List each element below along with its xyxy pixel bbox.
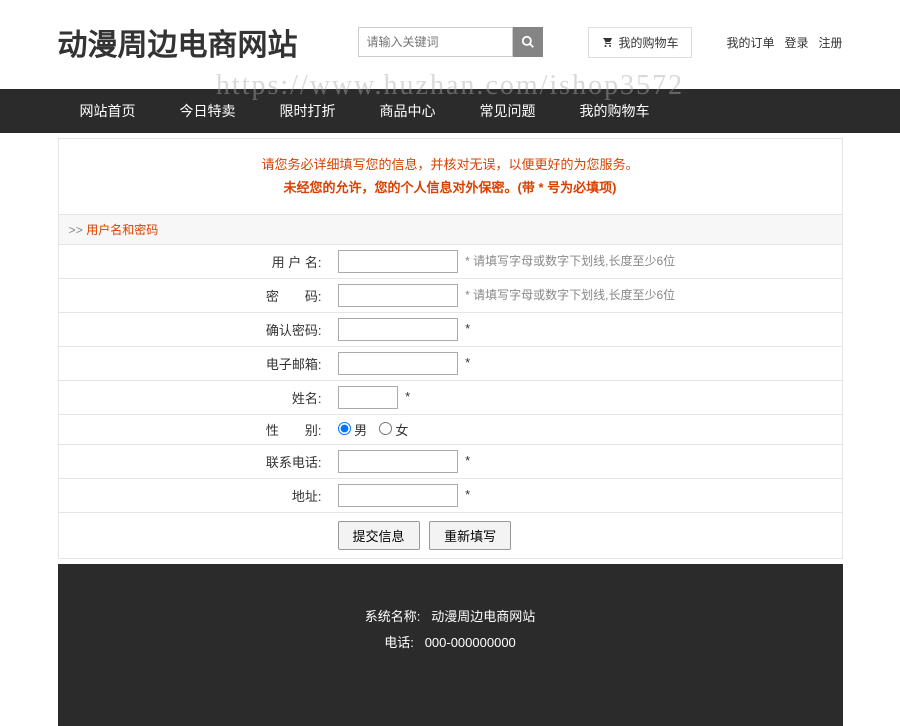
row-address: 地址: *: [59, 478, 842, 512]
realname-input[interactable]: [338, 386, 398, 409]
star-email: *: [465, 355, 470, 370]
cart-label: 我的购物车: [619, 34, 679, 51]
notice-line1: 请您务必详细填写您的信息，并核对无误，以便更好的为您服务。: [261, 157, 638, 172]
star-address: *: [465, 487, 470, 502]
gender-female-radio[interactable]: [379, 422, 392, 435]
nav-product-center[interactable]: 商品中心: [358, 89, 458, 133]
footer-sysname-label: 系统名称:: [365, 609, 421, 624]
label-username: 用 户 名:: [59, 245, 332, 279]
footer: 系统名称: 动漫周边电商网站 电话: 000-000000000: [58, 564, 843, 726]
cart-icon: [601, 36, 613, 48]
reset-button[interactable]: 重新填写: [429, 521, 511, 550]
site-title: 动漫周边电商网站: [58, 20, 298, 64]
section-header: >> 用户名和密码: [59, 214, 842, 245]
label-gender: 性 别:: [59, 414, 332, 444]
register-link[interactable]: 注册: [818, 34, 842, 51]
main-nav: 网站首页 今日特卖 限时打折 商品中心 常见问题 我的购物车: [0, 89, 900, 133]
label-realname: 姓名:: [59, 380, 332, 414]
my-orders-link[interactable]: 我的订单: [726, 34, 774, 51]
hint-password: * 请填写字母或数字下划线,长度至少6位: [465, 288, 675, 302]
form-notice: 请您务必详细填写您的信息，并核对无误，以便更好的为您服务。 未经您的允许，您的个…: [59, 139, 842, 214]
gender-female-text: 女: [395, 423, 408, 438]
submit-button[interactable]: 提交信息: [338, 521, 420, 550]
email-input[interactable]: [338, 352, 458, 375]
hint-username: * 请填写字母或数字下划线,长度至少6位: [465, 254, 675, 268]
gender-female-label[interactable]: 女: [379, 423, 409, 438]
label-confirm: 确认密码:: [59, 312, 332, 346]
star-realname: *: [405, 389, 410, 404]
search-input[interactable]: [358, 27, 513, 57]
form-table: 用 户 名: * 请填写字母或数字下划线,长度至少6位 密 码: * 请填写字母…: [59, 245, 842, 558]
label-phone: 联系电话:: [59, 444, 332, 478]
row-realname: 姓名: *: [59, 380, 842, 414]
search-icon: [521, 35, 535, 49]
address-input[interactable]: [338, 484, 458, 507]
footer-tel-value: 000-000000000: [425, 635, 516, 650]
nav-my-cart[interactable]: 我的购物车: [558, 89, 672, 133]
notice-line2: 未经您的允许，您的个人信息对外保密。(带 * 号为必填项): [284, 180, 617, 195]
gender-male-text: 男: [354, 423, 367, 438]
phone-input[interactable]: [338, 450, 458, 473]
footer-sysname-value: 动漫周边电商网站: [431, 609, 535, 624]
username-input[interactable]: [338, 250, 458, 273]
section-arrows: >>: [69, 224, 83, 238]
top-links: 我的订单 登录 注册: [726, 34, 842, 51]
nav-today-sale[interactable]: 今日特卖: [158, 89, 258, 133]
nav-faq[interactable]: 常见问题: [458, 89, 558, 133]
login-link[interactable]: 登录: [784, 34, 808, 51]
header: 动漫周边电商网站 我的购物车 我的订单 登录 注册: [58, 0, 843, 89]
nav-home[interactable]: 网站首页: [58, 89, 158, 133]
label-password: 密 码:: [59, 278, 332, 312]
row-gender: 性 别: 男 女: [59, 414, 842, 444]
nav-discount[interactable]: 限时打折: [258, 89, 358, 133]
footer-tel-label: 电话:: [384, 635, 414, 650]
search-button[interactable]: [513, 27, 543, 57]
password-input[interactable]: [338, 284, 458, 307]
row-email: 电子邮箱: *: [59, 346, 842, 380]
row-confirm: 确认密码: *: [59, 312, 842, 346]
search-box: [358, 27, 543, 57]
gender-male-label[interactable]: 男: [338, 423, 371, 438]
confirm-password-input[interactable]: [338, 318, 458, 341]
section-title: 用户名和密码: [86, 223, 158, 237]
row-username: 用 户 名: * 请填写字母或数字下划线,长度至少6位: [59, 245, 842, 279]
label-email: 电子邮箱:: [59, 346, 332, 380]
gender-male-radio[interactable]: [338, 422, 351, 435]
row-buttons: 提交信息 重新填写: [59, 512, 842, 558]
register-form-panel: 请您务必详细填写您的信息，并核对无误，以便更好的为您服务。 未经您的允许，您的个…: [58, 138, 843, 559]
row-password: 密 码: * 请填写字母或数字下划线,长度至少6位: [59, 278, 842, 312]
star-confirm: *: [465, 321, 470, 336]
label-address: 地址:: [59, 478, 332, 512]
star-phone: *: [465, 453, 470, 468]
cart-link[interactable]: 我的购物车: [588, 27, 692, 58]
row-phone: 联系电话: *: [59, 444, 842, 478]
